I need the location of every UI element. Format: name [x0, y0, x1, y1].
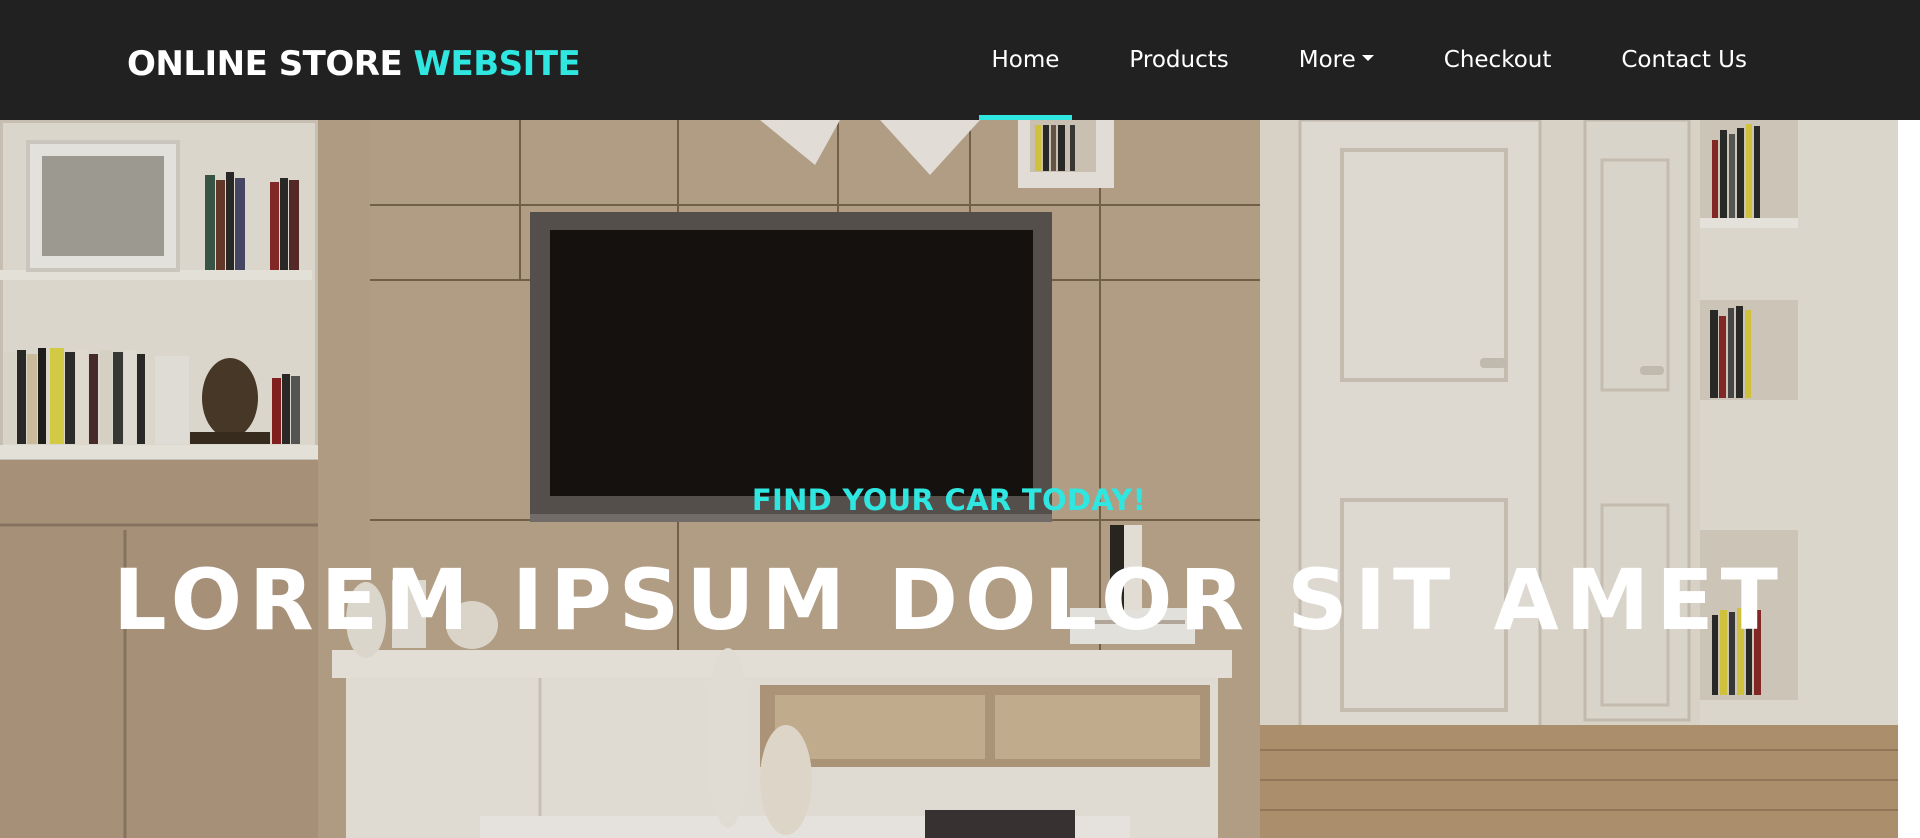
- nav-item-contact: Contact Us: [1586, 0, 1782, 120]
- brand-logo[interactable]: ONLINE STORE WEBSITE: [127, 40, 581, 88]
- nav-item-checkout: Checkout: [1409, 0, 1587, 120]
- nav-link-label: More: [1298, 47, 1356, 73]
- nav-link-products[interactable]: Products: [1094, 0, 1263, 120]
- hero-banner: FIND YOUR CAR TODAY! LOREM IPSUM DOLOR S…: [0, 120, 1898, 838]
- nav-item-products: Products: [1094, 0, 1263, 120]
- nav-menu: Home Products More Checkout Contact Us: [957, 0, 1783, 120]
- brand-text-accent: WEBSITE: [413, 44, 581, 84]
- brand-text-primary: ONLINE STORE: [127, 44, 403, 84]
- nav-dropdown-more[interactable]: More: [1264, 0, 1409, 120]
- hero-tagline: FIND YOUR CAR TODAY!: [751, 483, 1147, 517]
- nav-link-home[interactable]: Home: [957, 0, 1095, 120]
- nav-link-label: Home: [991, 47, 1060, 73]
- nav-item-home: Home: [957, 0, 1095, 120]
- nav-link-label: Products: [1129, 47, 1229, 73]
- nav-link-label: Contact Us: [1621, 47, 1747, 73]
- hero-title: LOREM IPSUM DOLOR SIT AMET: [113, 551, 1785, 649]
- nav-link-checkout[interactable]: Checkout: [1409, 0, 1587, 120]
- nav-item-more: More: [1264, 0, 1409, 120]
- top-navbar: ONLINE STORE WEBSITE Home Products More …: [0, 0, 1920, 120]
- nav-link-contact-us[interactable]: Contact Us: [1586, 0, 1782, 120]
- caret-down-icon: [1361, 55, 1374, 61]
- nav-link-label: Checkout: [1443, 47, 1552, 73]
- hero-overlay: [0, 120, 1898, 838]
